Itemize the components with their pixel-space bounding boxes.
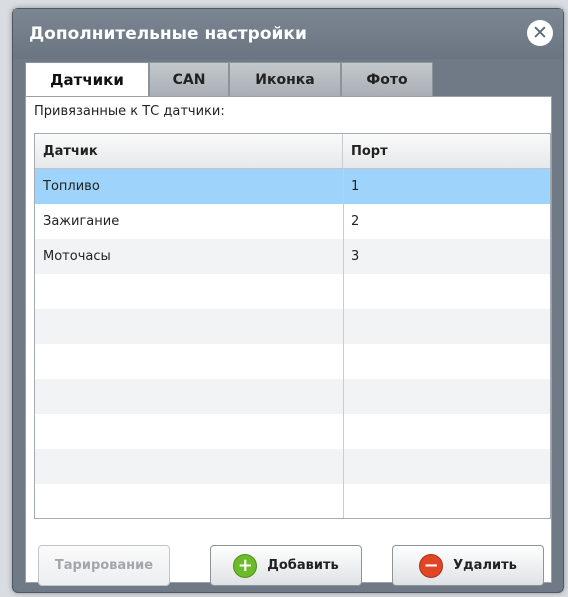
tab-can[interactable]: CAN: [149, 62, 229, 96]
delete-button[interactable]: − Удалить: [392, 545, 544, 586]
empty-row: [35, 309, 550, 344]
sensors-table: Датчик Порт Топливо 1 Зажигание 2 Моточа…: [34, 133, 551, 519]
sensor-port-cell: 2: [351, 214, 360, 229]
tab-panel-sensors: Привязанные к ТС датчики: Датчик Порт То…: [25, 96, 552, 586]
empty-row: [35, 484, 550, 518]
column-header-port[interactable]: Порт: [343, 134, 550, 168]
minus-circle-icon: −: [419, 553, 444, 578]
sensor-name-cell: Моточасы: [43, 249, 111, 264]
sensor-name-cell: Зажигание: [43, 214, 120, 229]
table-header: Датчик Порт: [35, 134, 550, 169]
calibrate-button: Тарирование: [38, 545, 170, 586]
sensor-port-cell: 3: [351, 249, 360, 264]
empty-row: [35, 379, 550, 414]
table-row[interactable]: Топливо 1: [35, 169, 550, 204]
sensors-caption: Привязанные к ТС датчики:: [34, 104, 225, 119]
tab-photo[interactable]: Фото: [341, 62, 433, 96]
empty-row: [35, 274, 550, 309]
column-divider: [343, 168, 344, 518]
table-row[interactable]: Зажигание 2: [35, 204, 550, 239]
empty-row: [35, 344, 550, 379]
tab-bar: Датчики CAN Иконка Фото: [25, 62, 433, 97]
close-icon[interactable]: ✕: [527, 20, 553, 46]
tab-sensors[interactable]: Датчики: [25, 62, 149, 97]
table-row[interactable]: Моточасы 3: [35, 239, 550, 274]
add-button[interactable]: + Добавить: [210, 545, 362, 586]
sensor-port-cell: 1: [351, 179, 360, 194]
sensor-name-cell: Топливо: [43, 179, 100, 194]
plus-circle-icon: +: [233, 553, 258, 578]
column-header-sensor[interactable]: Датчик: [35, 134, 343, 168]
settings-dialog: Дополнительные настройки ✕ Датчики CAN И…: [12, 8, 564, 593]
dialog-title: Дополнительные настройки: [29, 24, 307, 44]
add-button-label: Добавить: [267, 558, 339, 573]
dialog-titlebar: Дополнительные настройки ✕: [13, 9, 563, 59]
empty-row: [35, 414, 550, 449]
delete-button-label: Удалить: [453, 558, 517, 573]
tab-icon[interactable]: Иконка: [229, 62, 341, 96]
empty-row: [35, 449, 550, 484]
